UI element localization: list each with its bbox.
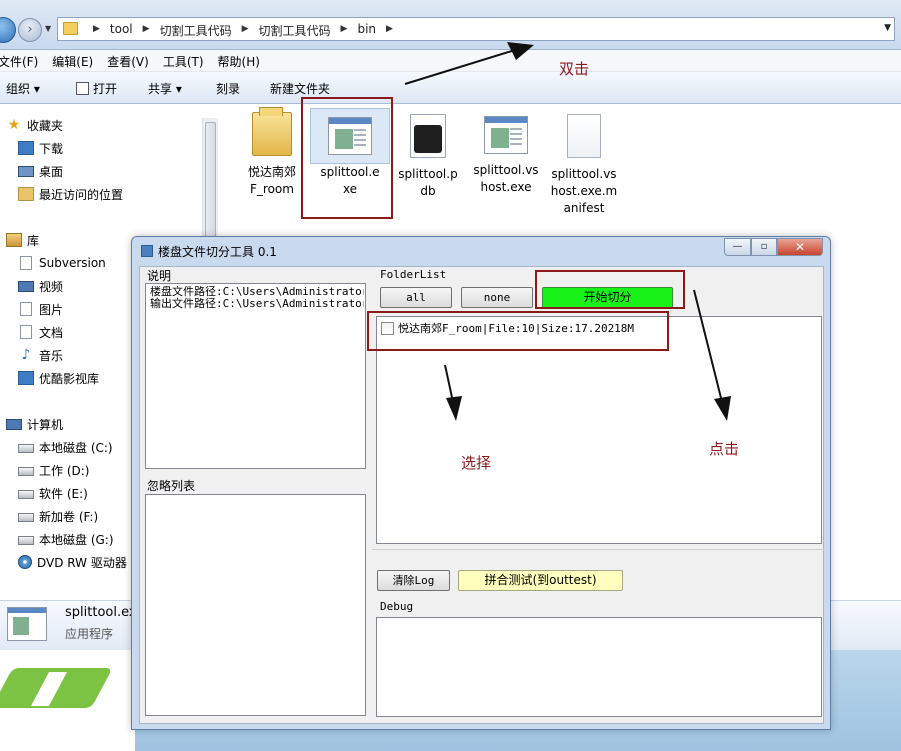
annotation-arrows (404, 42, 731, 421)
arrow-line (404, 49, 516, 85)
arrow-line (444, 364, 454, 403)
annotation-select: 选择 (461, 454, 492, 472)
annotation-click: 点击 (709, 440, 740, 458)
annotation-double-click: 双击 (559, 60, 590, 78)
arrow-line (693, 289, 723, 403)
arrow-head (714, 396, 731, 421)
arrow-head (446, 396, 462, 421)
